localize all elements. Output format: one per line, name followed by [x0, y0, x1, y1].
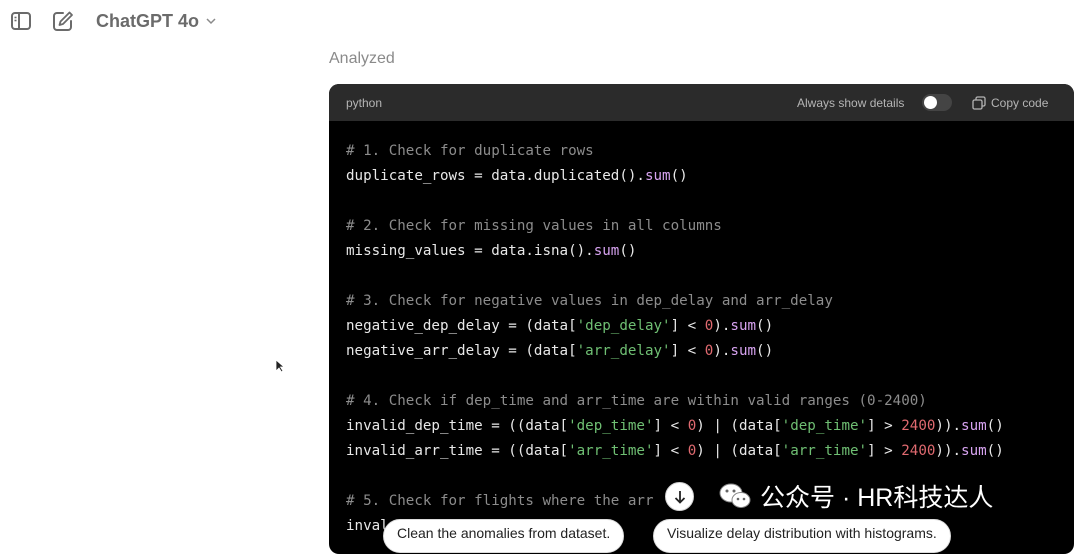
code-line: # 4. Check if dep_time and arr_time are … [346, 389, 1004, 414]
code-text: () [670, 168, 688, 184]
code-text: negative_dep_delay = (data[ [346, 318, 577, 334]
code-builtin: sum [593, 243, 620, 259]
sidebar-toggle-button[interactable] [8, 8, 34, 34]
code-comment: # 2. Check for missing values in all col… [346, 218, 722, 234]
watermark: 公众号 · HR科技达人 [718, 478, 993, 514]
code-line: # 2. Check for missing values in all col… [346, 214, 1004, 239]
code-text: ) | (data[ [696, 418, 782, 434]
code-text: ] < [653, 418, 688, 434]
code-text: () [619, 243, 637, 259]
always-show-details-label: Always show details [797, 96, 905, 110]
code-line: invalid_arr_time = ((data['arr_time'] < … [346, 439, 1004, 464]
scroll-to-bottom-button[interactable] [665, 482, 694, 511]
analyzed-status: Analyzed [329, 50, 395, 67]
copy-icon [972, 96, 986, 110]
code-text: () [756, 343, 774, 359]
code-text: negative_arr_delay = (data[ [346, 343, 577, 359]
model-selector[interactable]: ChatGPT 4o [96, 8, 217, 34]
code-number: 2400 [901, 443, 936, 459]
copy-code-button[interactable]: Copy code [972, 94, 1048, 112]
code-string: 'dep_time' [568, 418, 654, 434]
code-line: # 1. Check for duplicate rows [346, 139, 1004, 164]
toggle-knob [924, 96, 937, 109]
code-text: )). [935, 443, 962, 459]
code-text: ). [713, 343, 731, 359]
arrow-down-icon [674, 490, 685, 504]
code-text: invalid_dep_time = ((data[ [346, 418, 569, 434]
code-text: missing_values = data.isna(). [346, 243, 594, 259]
sidebar-icon [11, 12, 31, 30]
code-line: duplicate_rows = data.duplicated().sum() [346, 164, 1004, 189]
watermark-text: 公众号 · HR科技达人 [760, 484, 994, 512]
code-number: 2400 [901, 418, 936, 434]
chevron-down-icon [206, 18, 216, 25]
code-text: ] < [670, 343, 705, 359]
suggestion-chip-clean-anomalies[interactable]: Clean the anomalies from dataset. [383, 519, 625, 553]
new-chat-icon [53, 11, 73, 31]
code-text: ). [713, 318, 731, 334]
code-string: 'dep_time' [781, 418, 868, 434]
code-builtin: sum [961, 443, 987, 459]
code-text: ] < [653, 443, 688, 459]
code-line: missing_values = data.isna().sum() [346, 239, 1004, 264]
code-builtin: sum [730, 318, 757, 334]
code-line: # 3. Check for negative values in dep_de… [346, 289, 1004, 314]
code-text: () [756, 318, 774, 334]
code-block-header: python Always show details Copy code [329, 84, 1074, 121]
code-string: 'dep_delay' [576, 318, 671, 334]
code-text: () [986, 443, 1004, 459]
code-builtin: sum [730, 343, 757, 359]
code-line: invalid_dep_time = ((data['dep_time'] < … [346, 414, 1004, 439]
code-string: 'arr_time' [781, 443, 868, 459]
code-text: inval [346, 518, 389, 534]
code-text: duplicate_rows = data.duplicated(). [346, 168, 645, 184]
code-comment: # 5. Check for flights where the arr [346, 493, 654, 509]
model-name: ChatGPT 4o [96, 10, 200, 31]
copy-code-label: Copy code [991, 96, 1049, 110]
mouse-cursor-icon [275, 359, 285, 373]
code-builtin: sum [644, 168, 671, 184]
code-comment: # 4. Check if dep_time and arr_time are … [346, 393, 927, 409]
code-text: ] < [670, 318, 705, 334]
code-text: () [986, 418, 1004, 434]
code-line: negative_dep_delay = (data['dep_delay'] … [346, 314, 1004, 339]
code-comment: # 3. Check for negative values in dep_de… [346, 293, 833, 309]
code-text: ) | (data[ [696, 443, 782, 459]
code-text: ] > [867, 443, 902, 459]
code-builtin: sum [961, 418, 987, 434]
code-text: invalid_arr_time = ((data[ [346, 443, 569, 459]
always-show-details-toggle[interactable] [922, 94, 952, 111]
wechat-logo-icon [719, 483, 751, 508]
code-text: ] > [867, 418, 902, 434]
code-comment: # 1. Check for duplicate rows [346, 143, 594, 159]
new-chat-button[interactable] [50, 8, 76, 34]
code-number: 0 [687, 443, 697, 459]
code-line: negative_arr_delay = (data['arr_delay'] … [346, 339, 1004, 364]
suggestion-chip-visualize-delay[interactable]: Visualize delay distribution with histog… [653, 519, 951, 553]
code-number: 0 [687, 418, 697, 434]
top-bar: ChatGPT 4o [0, 0, 1080, 40]
code-string: 'arr_delay' [576, 343, 671, 359]
code-text: )). [935, 418, 962, 434]
code-language-label: python [346, 96, 383, 110]
code-string: 'arr_time' [568, 443, 654, 459]
